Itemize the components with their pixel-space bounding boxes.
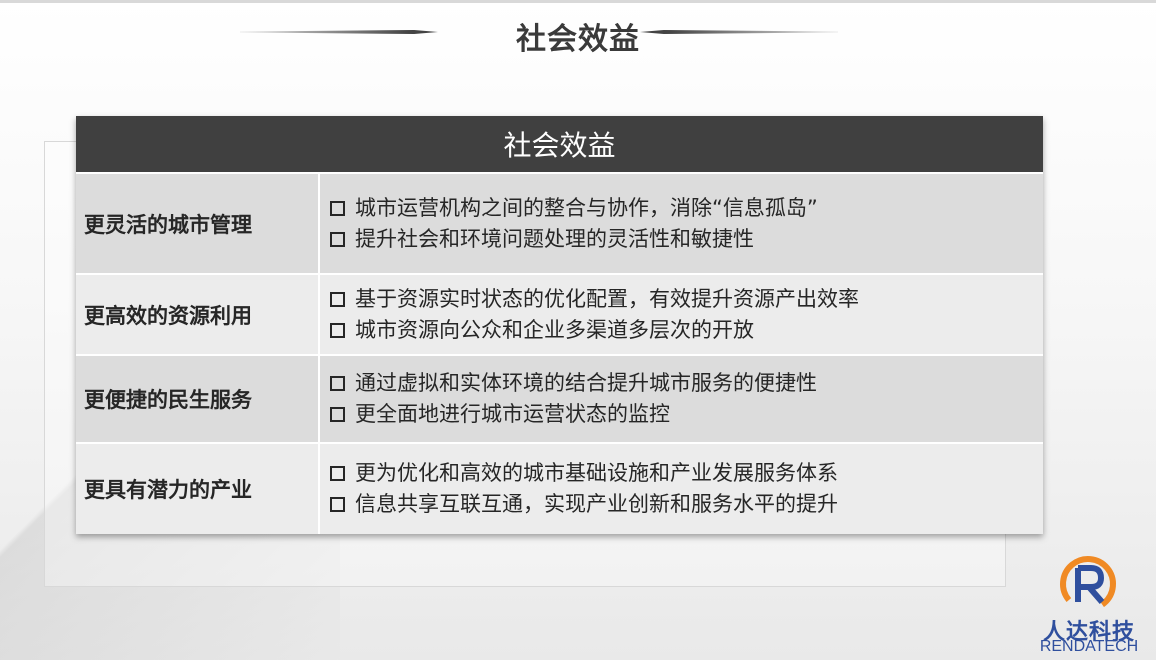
list-item-text: 通过虚拟和实体环境的结合提升城市服务的便捷性 [355,371,817,395]
company-logo: 人达科技 RENDATECH [1034,552,1144,660]
list-item: 更全面地进行城市运营状态的监控 [330,399,1043,430]
list-item: 通过虚拟和实体环境的结合提升城市服务的便捷性 [330,368,1043,399]
benefits-table: 社会效益 更灵活的城市管理 城市运营机构之间的整合与协作，消除“信息孤岛” 提升… [76,116,1043,534]
checkbox-bullet-icon [330,291,345,307]
row-content: 通过虚拟和实体环境的结合提升城市服务的便捷性 更全面地进行城市运营状态的监控 [320,356,1043,442]
row-label: 更高效的资源利用 [76,275,320,354]
list-item: 提升社会和环境问题处理的灵活性和敏捷性 [330,224,1043,255]
list-item-text: 信息共享互联互通，实现产业创新和服务水平的提升 [355,492,838,516]
list-item: 更为优化和高效的城市基础设施和产业发展服务体系 [330,458,1043,489]
row-label: 更便捷的民生服务 [76,356,320,442]
logo-text-en: RENDATECH [1039,638,1139,655]
table-row: 更灵活的城市管理 城市运营机构之间的整合与协作，消除“信息孤岛” 提升社会和环境… [76,172,1043,273]
checkbox-bullet-icon [330,407,345,422]
list-item-text: 城市资源向公众和企业多渠道多层次的开放 [355,317,754,342]
list-item-text: 基于资源实时状态的优化配置，有效提升资源产出效率 [355,286,859,311]
table-row: 更便捷的民生服务 通过虚拟和实体环境的结合提升城市服务的便捷性 更全面地进行城市… [76,354,1043,442]
list-item-text: 更全面地进行城市运营状态的监控 [355,402,670,426]
list-item: 信息共享互联互通，实现产业创新和服务水平的提升 [330,489,1043,520]
row-content: 城市运营机构之间的整合与协作，消除“信息孤岛” 提升社会和环境问题处理的灵活性和… [320,174,1043,273]
checkbox-bullet-icon [330,376,345,391]
row-label: 更具有潜力的产业 [76,444,320,534]
table-row: 更具有潜力的产业 更为优化和高效的城市基础设施和产业发展服务体系 信息共享互联互… [76,442,1043,534]
checkbox-bullet-icon [330,322,345,338]
table-header: 社会效益 [76,116,1043,172]
checkbox-bullet-icon [330,497,345,512]
checkbox-bullet-icon [330,200,345,216]
list-item: 城市资源向公众和企业多渠道多层次的开放 [330,315,1043,346]
renda-logo-icon [1060,556,1116,612]
page-title: 社会效益 [516,22,640,57]
row-content: 更为优化和高效的城市基础设施和产业发展服务体系 信息共享互联互通，实现产业创新和… [320,444,1043,534]
row-content: 基于资源实时状态的优化配置，有效提升资源产出效率 城市资源向公众和企业多渠道多层… [320,275,1043,354]
top-rule [0,0,1156,3]
list-item-text: 城市运营机构之间的整合与协作，消除“信息孤岛” [355,195,818,220]
checkbox-bullet-icon [330,231,345,247]
list-item: 城市运营机构之间的整合与协作，消除“信息孤岛” [330,193,1043,224]
list-item-text: 提升社会和环境问题处理的灵活性和敏捷性 [355,226,754,251]
checkbox-bullet-icon [330,466,345,481]
list-item: 基于资源实时状态的优化配置，有效提升资源产出效率 [330,284,1043,315]
list-item-text: 更为优化和高效的城市基础设施和产业发展服务体系 [355,461,838,485]
row-label: 更灵活的城市管理 [76,174,320,273]
table-row: 更高效的资源利用 基于资源实时状态的优化配置，有效提升资源产出效率 城市资源向公… [76,273,1043,354]
